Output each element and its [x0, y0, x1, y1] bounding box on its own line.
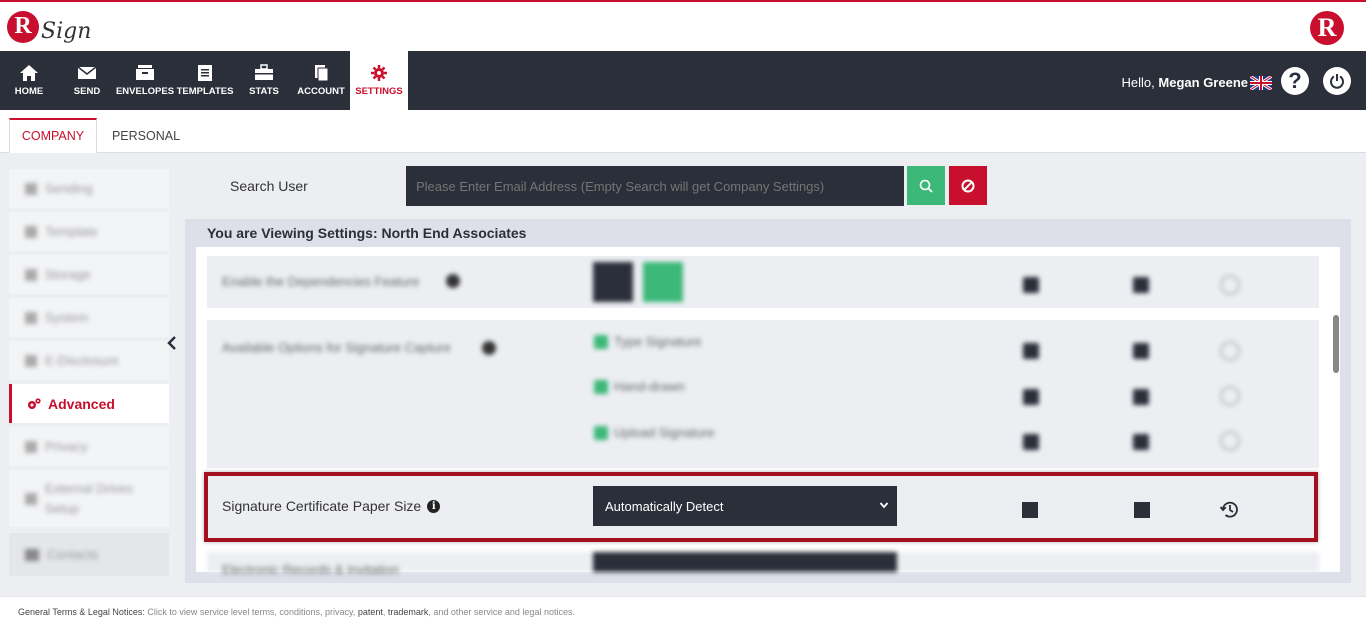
override-checkbox[interactable] [1134, 502, 1150, 518]
gears-icon [28, 397, 41, 409]
override-checkbox[interactable] [1133, 434, 1149, 450]
select-value: Automatically Detect [605, 498, 724, 514]
templates-icon [198, 65, 212, 81]
account-icon [315, 65, 329, 82]
history-icon[interactable] [1220, 275, 1240, 295]
search-icon [919, 179, 933, 193]
info-icon[interactable]: i [427, 499, 441, 513]
toggle-on-button[interactable] [643, 262, 683, 302]
ban-icon [961, 179, 975, 192]
nav-envelopes[interactable]: ENVELOPES [115, 51, 175, 110]
nav-label: HOME [14, 86, 44, 97]
nav-send[interactable]: SEND [67, 51, 107, 110]
toggle-off-button[interactable] [593, 262, 633, 302]
trademark-link[interactable]: trademark [388, 607, 429, 617]
patent-link[interactable]: patent [358, 607, 383, 617]
lock-checkbox[interactable] [1023, 389, 1039, 405]
nav-label: STATS [249, 86, 279, 97]
history-icon[interactable] [1219, 499, 1240, 520]
override-checkbox[interactable] [1133, 277, 1149, 293]
sidebar-item-template[interactable]: Template [9, 212, 169, 251]
envelope-icon [77, 66, 97, 79]
checkbox-upload-signature[interactable] [594, 426, 608, 440]
sidebar-item-label: Advanced [48, 395, 115, 412]
settings-tabs: COMPANY PERSONAL [0, 111, 1366, 153]
envelopes-icon [136, 65, 154, 80]
top-header: R Sign R [0, 0, 1366, 51]
main-navbar: HOME SEND ENVELOPES TEMPLATES STATS ACCO… [0, 51, 1366, 110]
checkbox-hand-drawn[interactable] [594, 380, 608, 394]
history-icon[interactable] [1220, 386, 1240, 406]
footer-heading: General Terms & Legal Notices: [18, 607, 145, 617]
checkbox-type-signature[interactable] [594, 335, 608, 349]
lock-checkbox[interactable] [1023, 343, 1039, 359]
info-icon [446, 274, 460, 288]
sidebar-item-sending[interactable]: Sending [9, 169, 169, 208]
logo-badge: R [7, 10, 39, 43]
setting-label: Signature Certificate Paper Size i [222, 498, 441, 514]
nav-label: SETTINGS [355, 86, 403, 97]
home-icon [20, 65, 38, 81]
info-icon [482, 341, 496, 355]
power-icon[interactable] [1323, 67, 1351, 95]
settings-sidebar: Sending Template Storage System E-Disclo… [9, 153, 169, 576]
paper-size-select[interactable]: Automatically Detect [593, 486, 897, 526]
clear-search-button[interactable] [949, 166, 987, 205]
sidebar-item-storage[interactable]: Storage [9, 255, 169, 294]
history-icon[interactable] [1220, 431, 1240, 451]
sidebar-item-edisclosure[interactable]: E-Disclosure [9, 341, 169, 380]
lock-checkbox[interactable] [1023, 277, 1039, 293]
tab-personal[interactable]: PERSONAL [103, 118, 189, 153]
chevron-down-icon [879, 502, 889, 509]
nav-label: TEMPLATES [176, 86, 234, 97]
uk-flag-icon[interactable] [1250, 76, 1272, 90]
tab-company[interactable]: COMPANY [9, 118, 97, 153]
search-email-input[interactable] [406, 166, 904, 206]
brand-logo-right: R [1310, 11, 1344, 45]
sidebar-item-advanced[interactable]: Advanced [9, 384, 169, 423]
footer: General Terms & Legal Notices: Click to … [0, 596, 1366, 625]
lock-checkbox[interactable] [1023, 434, 1039, 450]
rsign-logo[interactable]: R Sign [7, 9, 91, 44]
help-icon[interactable]: ? [1281, 67, 1309, 95]
collapse-sidebar-icon[interactable] [166, 335, 178, 351]
sidebar-item-system[interactable]: System [9, 298, 169, 337]
user-name[interactable]: Megan Greene [1158, 75, 1248, 90]
user-greeting: Hello, Megan Greene [1121, 75, 1248, 90]
nav-home[interactable]: HOME [9, 51, 49, 110]
history-icon[interactable] [1220, 341, 1240, 361]
nav-label: ACCOUNT [297, 86, 345, 97]
search-user-label: Search User [230, 178, 308, 194]
lock-checkbox[interactable] [1022, 502, 1038, 518]
sidebar-item-external-drives[interactable]: External Drives Setup [9, 470, 169, 527]
nav-templates[interactable]: TEMPLATES [177, 51, 233, 110]
briefcase-icon [255, 64, 273, 80]
blurred-select[interactable] [593, 552, 897, 572]
sidebar-item-contacts[interactable]: Contacts [9, 533, 169, 576]
settings-scrollbar[interactable] [1333, 315, 1339, 373]
panel-title: You are Viewing Settings: North End Asso… [207, 225, 527, 241]
override-checkbox[interactable] [1133, 343, 1149, 359]
nav-account[interactable]: ACCOUNT [297, 51, 345, 110]
logo-text: Sign [41, 19, 92, 44]
sidebar-item-privacy[interactable]: Privacy [9, 427, 169, 466]
nav-label: SEND [73, 86, 101, 97]
gear-icon [371, 65, 387, 81]
nav-label: ENVELOPES [115, 86, 175, 97]
search-button[interactable] [907, 166, 945, 205]
nav-stats[interactable]: STATS [244, 51, 284, 110]
override-checkbox[interactable] [1133, 389, 1149, 405]
nav-settings[interactable]: SETTINGS [350, 51, 408, 110]
